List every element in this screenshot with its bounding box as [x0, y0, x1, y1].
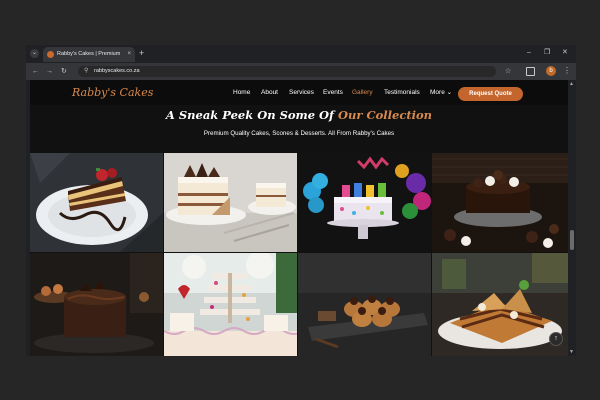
site-navbar: Rabby's Cakes Home About Services Events… — [30, 80, 568, 105]
back-button[interactable]: ← — [32, 67, 39, 76]
gallery-image-vanilla-cake[interactable] — [164, 153, 297, 252]
scrollbar-thumb[interactable] — [570, 230, 574, 250]
extensions-icon[interactable] — [526, 67, 535, 76]
gallery-image-cupcakes[interactable] — [298, 253, 431, 356]
heading-accent: Our Collection — [338, 108, 433, 122]
section-heading: A Sneak Peek On Some Of Our Collection — [30, 108, 568, 122]
nav-gallery[interactable]: Gallery — [352, 89, 373, 97]
nav-more-dropdown[interactable]: More ⌄ — [430, 89, 452, 97]
heading-main: A Sneak Peek On Some Of — [165, 108, 339, 122]
site-logo[interactable]: Rabby's Cakes — [72, 86, 153, 99]
gallery-image-chocolate-truffle-cake[interactable] — [432, 153, 568, 252]
tab-search-button[interactable]: ⌄ — [30, 49, 39, 58]
nav-services[interactable]: Services — [289, 89, 314, 97]
gallery-image-birthday-cake[interactable] — [298, 153, 431, 252]
browser-toolbar: ← → ↻ ⚲ rabbyscakes.co.za ☆ b ⋮ — [26, 63, 576, 80]
section-subheading: Premium Quality Cakes, Scones & Desserts… — [203, 130, 395, 137]
browser-window: ⌄ Rabby's Cakes | Premium Qual × + – ❐ ✕… — [26, 45, 576, 356]
favicon-icon — [47, 51, 54, 58]
forward-button[interactable]: → — [46, 67, 53, 76]
scroll-down-arrow-icon[interactable]: ▼ — [569, 349, 574, 355]
nav-home[interactable]: Home — [233, 89, 250, 97]
browser-tab[interactable]: Rabby's Cakes | Premium Qual × — [43, 47, 135, 62]
address-bar[interactable]: ⚲ rabbyscakes.co.za — [78, 66, 496, 77]
tab-title: Rabby's Cakes | Premium Qual — [57, 51, 121, 57]
vanilla-cake-photo — [164, 153, 297, 252]
page-scrollbar[interactable]: ▲ ▼ — [568, 80, 576, 356]
waffle-dessert-photo — [432, 253, 568, 356]
close-window-button[interactable]: ✕ — [562, 48, 568, 58]
truffle-cake-photo — [432, 153, 568, 252]
url-text: rabbyscakes.co.za — [94, 68, 140, 74]
request-quote-button[interactable]: Request Quote — [458, 87, 523, 101]
gallery-image-dessert-table[interactable] — [164, 253, 297, 356]
reload-button[interactable]: ↻ — [61, 67, 67, 76]
web-page: Rabby's Cakes Home About Services Events… — [30, 80, 568, 356]
tab-strip: ⌄ Rabby's Cakes | Premium Qual × + – ❐ ✕ — [26, 45, 576, 63]
nav-about[interactable]: About — [261, 89, 278, 97]
mousse-cake-photo — [30, 253, 163, 356]
bookmark-star-icon[interactable]: ☆ — [505, 67, 511, 76]
back-to-top-button[interactable]: ↑ — [549, 332, 563, 346]
minimize-button[interactable]: – — [527, 48, 531, 58]
browser-menu-icon[interactable]: ⋮ — [563, 66, 571, 76]
cupcakes-photo — [298, 253, 431, 356]
dessert-table-photo — [164, 253, 297, 356]
cake-slice-photo — [30, 153, 163, 252]
nav-events[interactable]: Events — [323, 89, 343, 97]
nav-testimonials[interactable]: Testimonials — [384, 89, 420, 97]
gallery-image-chocolate-mousse-cake[interactable] — [30, 253, 163, 356]
tab-close-icon[interactable]: × — [127, 50, 131, 59]
site-info-icon[interactable]: ⚲ — [84, 67, 88, 76]
profile-avatar[interactable]: b — [546, 66, 556, 76]
new-tab-button[interactable]: + — [139, 48, 144, 58]
birthday-cake-photo — [298, 153, 431, 252]
gallery-image-chocolate-waffle[interactable] — [432, 253, 568, 356]
restore-button[interactable]: ❐ — [544, 48, 550, 58]
gallery-image-chocolate-cake-slice[interactable] — [30, 153, 163, 252]
scroll-up-arrow-icon[interactable]: ▲ — [569, 81, 574, 87]
